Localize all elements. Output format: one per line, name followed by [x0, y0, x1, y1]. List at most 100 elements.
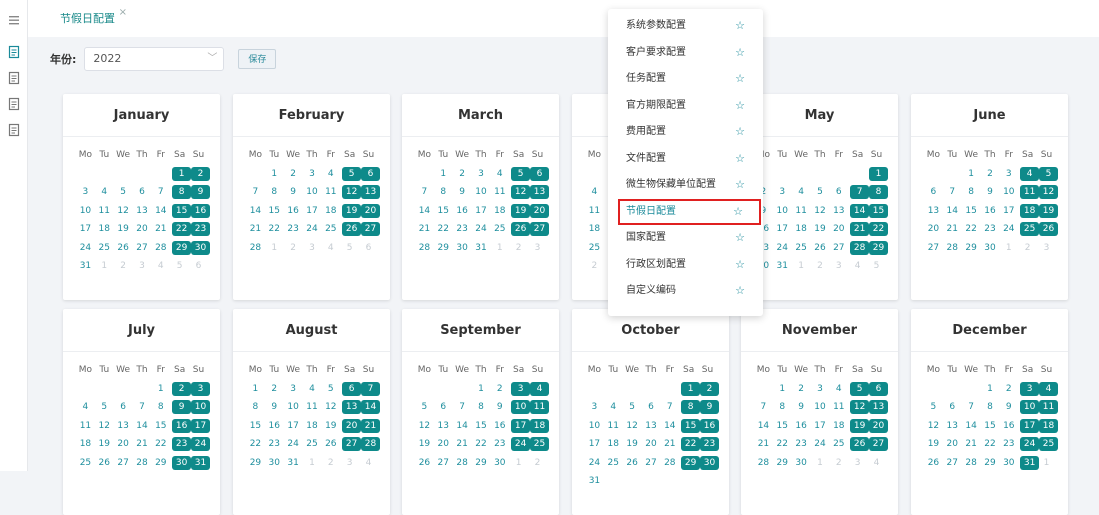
holiday-day[interactable]: 31: [191, 455, 210, 470]
day-cell[interactable]: 6: [528, 166, 549, 181]
day-cell[interactable]: 10: [773, 206, 792, 216]
day-cell[interactable]: 25: [604, 458, 623, 468]
holiday-day[interactable]: 6: [530, 166, 549, 181]
day-cell[interactable]: 21: [943, 224, 962, 234]
day-cell[interactable]: 31: [585, 476, 604, 486]
day-cell[interactable]: 20: [867, 418, 888, 433]
day-cell[interactable]: 7: [246, 187, 265, 197]
day-cell[interactable]: 12: [340, 185, 362, 200]
day-cell[interactable]: 6: [114, 402, 133, 412]
day-cell[interactable]: 14: [848, 203, 870, 218]
holiday-day[interactable]: 4: [1039, 381, 1058, 396]
day-cell[interactable]: 7: [660, 402, 679, 412]
day-cell[interactable]: 9: [999, 402, 1018, 412]
day-cell[interactable]: 1: [679, 381, 701, 396]
day-cell[interactable]: 11: [95, 206, 114, 216]
holiday-day[interactable]: 25: [530, 437, 549, 452]
day-cell[interactable]: 1: [434, 169, 453, 179]
day-cell[interactable]: 7: [962, 402, 981, 412]
day-cell[interactable]: 18: [1037, 418, 1058, 433]
day-cell[interactable]: 8: [265, 187, 284, 197]
day-cell[interactable]: 14: [246, 206, 265, 216]
day-cell[interactable]: 5: [321, 384, 340, 394]
day-cell[interactable]: 3: [999, 169, 1018, 179]
day-cell[interactable]: 17: [811, 421, 830, 431]
day-cell[interactable]: 11: [585, 206, 604, 216]
holiday-day[interactable]: 15: [869, 203, 888, 218]
day-cell[interactable]: 21: [246, 224, 265, 234]
holiday-day[interactable]: 1: [869, 166, 888, 181]
tab-holiday-config[interactable]: 节假日配置 ×: [46, 6, 129, 32]
holiday-day[interactable]: 10: [191, 400, 210, 415]
day-cell[interactable]: 24: [189, 437, 210, 452]
holiday-day[interactable]: 30: [191, 240, 210, 255]
day-cell[interactable]: 14: [415, 206, 434, 216]
day-cell[interactable]: 5: [340, 166, 362, 181]
day-cell[interactable]: 28: [246, 243, 265, 253]
day-cell[interactable]: 2: [265, 384, 284, 394]
day-cell[interactable]: 19: [415, 439, 434, 449]
day-cell[interactable]: 1: [773, 384, 792, 394]
day-cell[interactable]: 30: [453, 243, 472, 253]
day-cell[interactable]: 29: [773, 458, 792, 468]
day-cell[interactable]: 10: [585, 421, 604, 431]
day-cell[interactable]: 13: [642, 421, 661, 431]
holiday-day[interactable]: 23: [700, 437, 719, 452]
day-cell[interactable]: 18: [490, 206, 509, 216]
day-cell[interactable]: 29: [151, 458, 170, 468]
day-cell[interactable]: 21: [133, 439, 152, 449]
day-cell[interactable]: 22: [962, 224, 981, 234]
day-cell[interactable]: 27: [359, 222, 380, 237]
day-cell[interactable]: 27: [943, 458, 962, 468]
star-icon[interactable]: ☆: [735, 172, 745, 198]
day-cell[interactable]: 5: [415, 402, 434, 412]
day-cell[interactable]: 31: [189, 455, 210, 470]
day-cell[interactable]: 25: [95, 243, 114, 253]
day-cell[interactable]: 15: [867, 203, 888, 218]
day-cell[interactable]: 1: [981, 384, 1000, 394]
day-cell[interactable]: 22: [434, 224, 453, 234]
day-cell[interactable]: 7: [359, 381, 380, 396]
menu-item[interactable]: 任务配置 ☆: [608, 66, 763, 92]
day-cell[interactable]: 2: [189, 166, 210, 181]
day-cell[interactable]: 19: [1037, 203, 1058, 218]
close-icon[interactable]: ×: [119, 0, 127, 26]
star-icon[interactable]: ☆: [735, 225, 745, 251]
day-cell[interactable]: 26: [848, 437, 870, 452]
day-cell[interactable]: 10: [999, 187, 1018, 197]
day-cell[interactable]: 16: [170, 418, 192, 433]
day-cell[interactable]: 11: [490, 187, 509, 197]
day-cell[interactable]: 7: [848, 185, 870, 200]
day-cell[interactable]: 15: [170, 203, 192, 218]
day-cell[interactable]: 27: [642, 458, 661, 468]
day-cell[interactable]: 30: [792, 458, 811, 468]
day-cell[interactable]: 15: [962, 206, 981, 216]
day-cell[interactable]: 7: [151, 187, 170, 197]
day-cell[interactable]: 7: [754, 402, 773, 412]
day-cell[interactable]: 9: [265, 402, 284, 412]
day-cell[interactable]: 25: [76, 458, 95, 468]
day-cell[interactable]: 11: [604, 421, 623, 431]
day-cell[interactable]: 14: [133, 421, 152, 431]
day-cell[interactable]: 17: [76, 224, 95, 234]
day-cell[interactable]: 14: [962, 421, 981, 431]
day-cell[interactable]: 29: [867, 240, 888, 255]
holiday-day[interactable]: 22: [869, 222, 888, 237]
day-cell[interactable]: 9: [453, 187, 472, 197]
day-cell[interactable]: 4: [1037, 381, 1058, 396]
day-cell[interactable]: 17: [303, 206, 322, 216]
day-cell[interactable]: 26: [623, 458, 642, 468]
day-cell[interactable]: 19: [95, 439, 114, 449]
day-cell[interactable]: 20: [114, 439, 133, 449]
day-cell[interactable]: 28: [754, 458, 773, 468]
star-icon[interactable]: ☆: [735, 146, 745, 172]
day-cell[interactable]: 1: [170, 166, 192, 181]
day-cell[interactable]: 3: [811, 384, 830, 394]
day-cell[interactable]: 18: [829, 421, 848, 431]
day-cell[interactable]: 10: [509, 400, 531, 415]
day-cell[interactable]: 7: [943, 187, 962, 197]
day-cell[interactable]: 27: [133, 243, 152, 253]
day-cell[interactable]: 23: [453, 224, 472, 234]
holiday-day[interactable]: 16: [700, 418, 719, 433]
day-cell[interactable]: 24: [999, 224, 1018, 234]
